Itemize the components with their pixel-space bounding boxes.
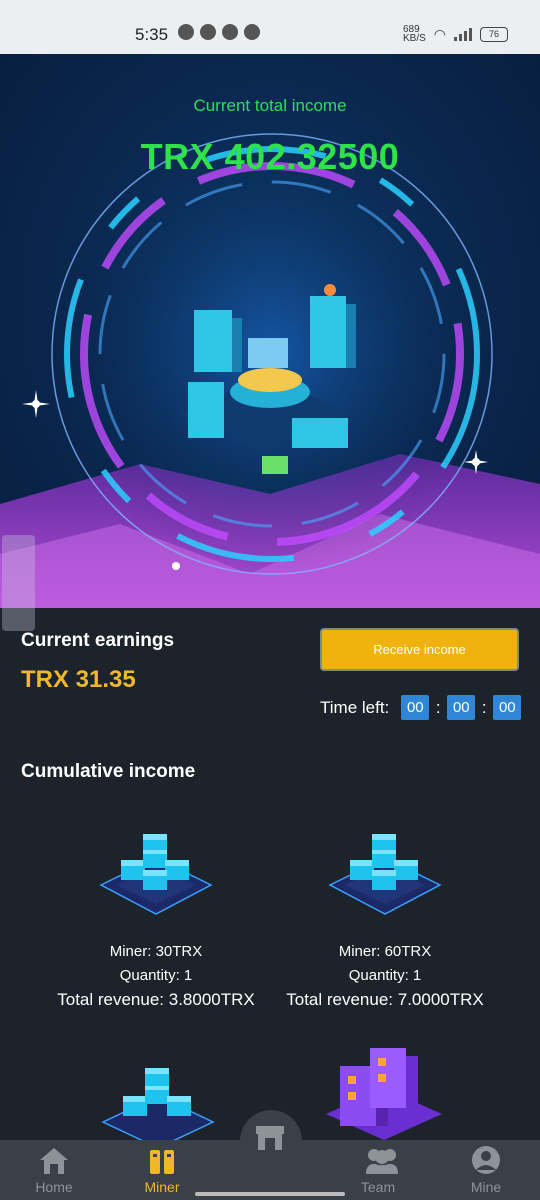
miner-price: Miner: 30TRX (109, 943, 203, 960)
miner-price: Miner: 60TRX (338, 943, 432, 960)
system-icons: 689 KB/S ◠ 76 (402, 24, 508, 44)
nav-label: Mine (470, 1179, 502, 1195)
server-stack-icon (328, 834, 442, 915)
cloud-icon (178, 24, 194, 40)
miner-total-revenue: Total revenue: 3.8000TRX (57, 990, 255, 1009)
seconds-box: 00 (493, 695, 522, 720)
nav-team[interactable]: Team (324, 1140, 432, 1200)
miner-total-revenue: Total revenue: 7.0000TRX (286, 990, 484, 1009)
miner-icon (150, 1150, 174, 1174)
wifi-icon: ◠ (433, 25, 446, 42)
miner-quantity: Quantity: 1 (348, 967, 422, 984)
server-rack-icon (326, 1048, 442, 1140)
total-income-title: Current total income (193, 96, 347, 115)
server-stack-icon (99, 834, 213, 915)
bottom-nav: Home Miner Team Mine (0, 1126, 540, 1200)
status-bar: 5:35 689 KB/S ◠ 76 (0, 0, 540, 54)
nav-store[interactable] (216, 1126, 324, 1200)
home-indicator[interactable] (195, 1192, 345, 1196)
net-speed: 689 KB/S (402, 24, 426, 44)
hero-banner: Current total income TRX 402.32500 (0, 54, 540, 608)
cumulative-income-title: Cumulative income (21, 761, 196, 782)
receive-income-button[interactable]: Receive income (320, 628, 519, 671)
status-time: 5:35 (135, 25, 169, 44)
miner-card[interactable]: Miner: 60TRX Quantity: 1 Total revenue: … (270, 830, 500, 1010)
notification-icons (178, 24, 260, 40)
miner-card[interactable]: Miner: 30TRX Quantity: 1 Total revenue: … (41, 830, 271, 1010)
minutes-box: 00 (447, 695, 476, 720)
signal-icon (454, 27, 472, 41)
home-icon (40, 1148, 68, 1174)
time-left: Time left: 00 : 00 : 00 (320, 695, 522, 720)
messenger-icon (222, 24, 238, 40)
nav-miner[interactable]: Miner (108, 1140, 216, 1200)
nav-mine[interactable]: Mine (432, 1140, 540, 1200)
current-earnings-value: TRX 31.35 (21, 666, 136, 693)
miner-quantity: Quantity: 1 (119, 967, 193, 984)
team-icon (366, 1149, 398, 1174)
nav-label: Home (35, 1179, 73, 1195)
nav-home[interactable]: Home (0, 1140, 108, 1200)
telegram-icon (200, 24, 216, 40)
user-icon (472, 1146, 500, 1174)
total-income-amount: TRX 402.32500 (140, 136, 400, 177)
hours-box: 00 (401, 695, 430, 720)
time-left-label: Time left: (320, 697, 390, 717)
store-icon (256, 1126, 284, 1150)
battery-icon: 76 (480, 26, 508, 42)
server-stack-icon (101, 1068, 215, 1142)
side-drawer-handle[interactable] (2, 535, 35, 631)
current-earnings-title: Current earnings (21, 630, 175, 651)
facebook-icon (244, 24, 260, 40)
